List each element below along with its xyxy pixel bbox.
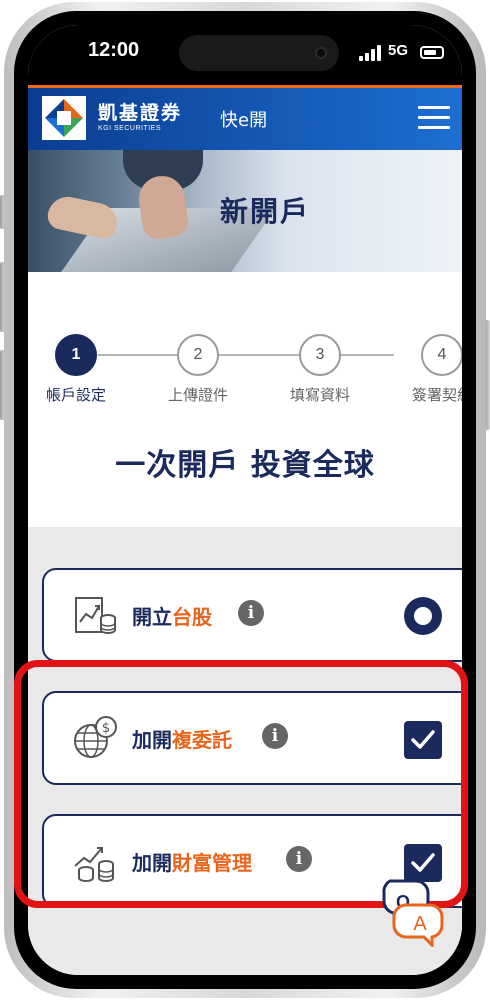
tagline: 一次開戶 投資全球: [115, 448, 375, 483]
chat-assistant-icon[interactable]: Q A: [378, 875, 446, 947]
status-bar: 12:00 5G: [28, 25, 462, 85]
kgi-logo-icon[interactable]: [42, 96, 86, 140]
globe-dollar-icon: $: [74, 716, 117, 758]
brand-name-en: KGI SECURITIES: [98, 125, 162, 132]
step-2-label: 上傳證件: [167, 386, 228, 404]
app-name: 快e開: [220, 110, 268, 131]
info-icon[interactable]: i: [286, 846, 312, 872]
phone-screen: 12:00 5G 凱基證券 KGI SECURITIES 快e開 新開戶 1 2…: [28, 25, 462, 975]
step-4-label: 簽署契約: [411, 386, 462, 404]
stock-chart-coins-icon: [75, 597, 116, 634]
step-2-circle: 2: [177, 334, 219, 376]
brand-name: 凱基證券: [98, 102, 183, 124]
growth-coins-icon: [74, 847, 114, 882]
hamburger-menu-icon[interactable]: [418, 104, 450, 132]
phone-bezel: 12:00 5G 凱基證券 KGI SECURITIES 快e開 新開戶 1 2…: [14, 11, 476, 989]
checkbox-checked[interactable]: [404, 721, 442, 759]
app-header: 凱基證券 KGI SECURITIES 快e開: [28, 88, 462, 150]
step-3-label: 填寫資料: [289, 386, 350, 404]
dynamic-island: [179, 35, 339, 71]
option-sub-brokerage[interactable]: $ 加開複委託 i: [42, 691, 462, 785]
radio-selected[interactable]: [404, 597, 442, 635]
step-3-circle: 3: [299, 334, 341, 376]
option-label: 開立台股: [132, 605, 212, 629]
info-icon[interactable]: i: [238, 600, 264, 626]
step-connector: [98, 354, 394, 356]
svg-text:$: $: [102, 721, 110, 736]
progress-steps: 1 2 3 4 帳戶設定 上傳證件 填寫資料 簽署契約 一次開戶 投資全球: [28, 272, 462, 527]
step-1-circle: 1: [55, 334, 97, 376]
page-title: 新開戶: [219, 195, 310, 228]
hero-banner: 新開戶: [28, 150, 462, 272]
info-icon[interactable]: i: [262, 723, 288, 749]
network-type: 5G: [388, 42, 409, 59]
svg-text:A: A: [413, 913, 427, 935]
signal-icon: [359, 45, 381, 61]
step-1-label: 帳戶設定: [45, 386, 106, 404]
option-label: 加開財富管理: [132, 851, 252, 875]
battery-icon: [420, 46, 444, 59]
step-4-circle: 4: [421, 334, 462, 376]
camera-icon: [315, 47, 327, 59]
status-time: 12:00: [88, 39, 140, 61]
phone-frame: 12:00 5G 凱基證券 KGI SECURITIES 快e開 新開戶 1 2…: [4, 2, 486, 998]
option-taiwan-stock[interactable]: 開立台股 i: [42, 568, 462, 662]
option-label: 加開複委託: [132, 728, 232, 752]
